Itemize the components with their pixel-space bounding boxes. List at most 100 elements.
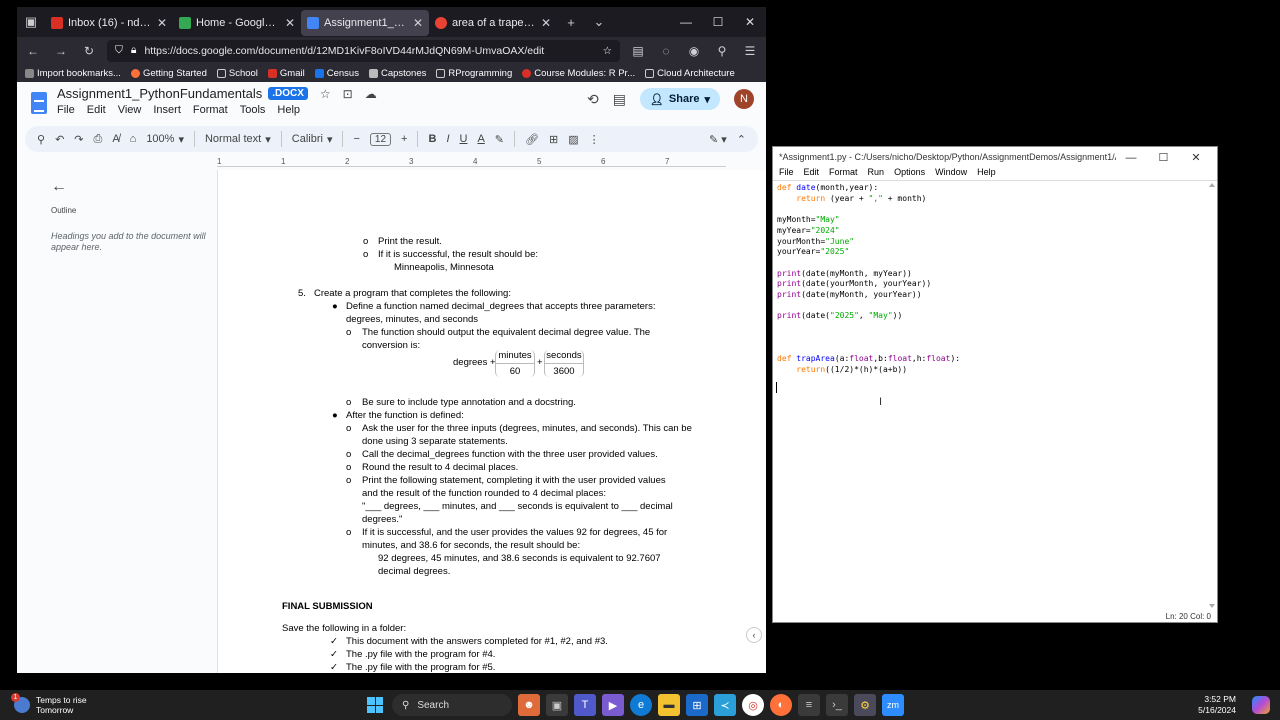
media-icon[interactable]: ▶ (602, 694, 624, 716)
account-icon[interactable]: ◉ (684, 44, 704, 58)
menu-insert[interactable]: Insert (153, 104, 181, 116)
chrome-icon[interactable]: ◎ (742, 694, 764, 716)
idle-menu-help[interactable]: Help (977, 167, 996, 180)
maximize-icon[interactable]: ☐ (702, 15, 734, 29)
tab-list-icon[interactable]: ⌄ (585, 7, 613, 37)
bookmark-census[interactable]: Census (314, 68, 359, 79)
bookmark-gmail[interactable]: Gmail (267, 68, 305, 79)
bookmark-cloud-architecture[interactable]: Cloud Architecture (645, 68, 735, 79)
docs-logo-icon[interactable] (31, 92, 47, 114)
document-page[interactable]: o Print the result. o If it is successfu… (218, 170, 766, 673)
tab-overview-icon[interactable]: ▣ (17, 7, 45, 37)
idle-menu-format[interactable]: Format (829, 167, 858, 180)
teams-icon[interactable]: T (574, 694, 596, 716)
star-icon[interactable]: ☆ (320, 87, 331, 101)
store-icon[interactable]: ⊞ (686, 694, 708, 716)
underline-icon[interactable]: U (460, 133, 468, 145)
more-icon[interactable]: ⋮ (589, 133, 600, 146)
search-icon[interactable]: ⚲ (37, 133, 45, 146)
print-icon[interactable]: ⎙ (94, 133, 103, 146)
python-idle-icon[interactable]: ⚙ (854, 694, 876, 716)
forward-icon[interactable]: → (51, 44, 71, 58)
code-editor[interactable]: def date(month,year): return (year + ","… (777, 183, 1205, 608)
cloud-status-icon[interactable]: ☁ (365, 87, 377, 101)
share-button[interactable]: 👤︎ Share ▾ (639, 88, 720, 110)
tab-drive[interactable]: Home - Google Drive ✕ (173, 10, 301, 36)
terminal-icon[interactable]: ›_ (826, 694, 848, 716)
bookmark-import[interactable]: Import bookmarks... (25, 68, 121, 79)
minimize-icon[interactable]: — (1116, 152, 1146, 164)
increase-font-icon[interactable]: + (401, 133, 407, 145)
notepad-icon[interactable]: ≡ (798, 694, 820, 716)
font-size-input[interactable]: 12 (369, 132, 392, 146)
tab-search[interactable]: area of a trapezoid - Goo ✕ (429, 10, 557, 36)
comments-icon[interactable]: ▤ (613, 91, 626, 108)
maximize-icon[interactable]: ☐ (1148, 151, 1178, 164)
highlight-icon[interactable]: ✎ (495, 133, 504, 146)
reload-icon[interactable]: ↻ (79, 44, 99, 58)
paint-format-icon[interactable]: ⌂ (130, 133, 137, 145)
chevron-down-icon[interactable]: ▾ (704, 93, 710, 106)
file-explorer-icon[interactable]: ▬ (658, 694, 680, 716)
back-arrow-icon[interactable]: ← (51, 178, 199, 196)
vscode-icon[interactable]: ≺ (714, 694, 736, 716)
editing-mode-icon[interactable]: ✎ ▾ (709, 133, 727, 146)
style-select[interactable]: Normal text ▾ (205, 133, 271, 146)
weather-widget[interactable]: Temps to rise Tomorrow (0, 693, 300, 715)
decrease-font-icon[interactable]: − (353, 133, 359, 145)
move-folder-icon[interactable]: ⊡ (343, 87, 353, 101)
menu-tools[interactable]: Tools (240, 104, 266, 116)
document-title[interactable]: Assignment1_PythonFundamentals (57, 86, 262, 101)
zoom-select[interactable]: 100% ▾ (146, 133, 184, 146)
bookmark-star-icon[interactable]: ☆ (603, 45, 612, 57)
widgets-icon[interactable]: ☻ (518, 694, 540, 716)
close-icon[interactable]: ✕ (413, 16, 423, 30)
bookmark-school[interactable]: School (216, 68, 258, 79)
menu-icon[interactable]: ☰ (740, 44, 760, 58)
version-history-icon[interactable]: ⟲ (587, 91, 599, 108)
copilot-icon[interactable] (1252, 696, 1270, 714)
menu-help[interactable]: Help (277, 104, 300, 116)
taskbar-search[interactable]: ⚲ Search (392, 694, 512, 716)
pocket-icon[interactable]: ◌ (656, 44, 676, 58)
vertical-scrollbar[interactable] (1209, 183, 1215, 608)
idle-menu-window[interactable]: Window (935, 167, 967, 180)
extensions-icon[interactable]: ⚲ (712, 44, 732, 58)
font-select[interactable]: Calibri ▾ (292, 133, 333, 146)
link-icon[interactable]: 🔗︎ (525, 133, 539, 146)
edge-icon[interactable]: e (630, 694, 652, 716)
start-button[interactable] (364, 694, 386, 716)
address-bar[interactable]: ⛉ 🔒︎ https://docs.google.com/document/d/… (107, 39, 620, 62)
close-window-icon[interactable]: ✕ (734, 15, 766, 29)
avatar[interactable]: N (734, 89, 754, 109)
text-color-icon[interactable]: A (477, 133, 484, 145)
close-icon[interactable]: ✕ (285, 16, 295, 30)
italic-icon[interactable]: I (446, 133, 449, 145)
idle-menu-file[interactable]: File (779, 167, 794, 180)
bookmark-rprogramming[interactable]: RProgramming (436, 68, 512, 79)
minimize-icon[interactable]: — (670, 15, 702, 29)
menu-file[interactable]: File (57, 104, 75, 116)
task-view-icon[interactable]: ▣ (546, 694, 568, 716)
bookmark-capstones[interactable]: Capstones (368, 68, 426, 79)
spellcheck-icon[interactable]: A̸ (112, 133, 119, 145)
new-tab-button[interactable]: + (557, 7, 585, 37)
close-icon[interactable]: ✕ (541, 16, 551, 30)
bold-icon[interactable]: B (428, 133, 436, 145)
firefox-icon[interactable]: ◐ (770, 694, 792, 716)
system-clock[interactable]: 3:52 PM 5/16/2024 (1198, 694, 1236, 716)
zoom-app-icon[interactable]: zm (882, 694, 904, 716)
idle-menu-options[interactable]: Options (894, 167, 925, 180)
close-window-icon[interactable]: ✕ (1181, 151, 1211, 164)
close-icon[interactable]: ✕ (157, 16, 167, 30)
tab-docs[interactable]: Assignment1_PythonFun ✕ (301, 10, 429, 36)
add-comment-icon[interactable]: ⊞ (549, 133, 558, 146)
tab-gmail[interactable]: Inbox (16) - ndimick@sm ✕ (45, 10, 173, 36)
back-icon[interactable]: ← (23, 44, 43, 58)
bookmark-course-modules[interactable]: Course Modules: R Pr... (522, 68, 635, 79)
menu-edit[interactable]: Edit (87, 104, 106, 116)
redo-icon[interactable]: ↷ (74, 133, 83, 146)
menu-view[interactable]: View (118, 104, 142, 116)
menu-format[interactable]: Format (193, 104, 228, 116)
insert-image-icon[interactable]: ▨ (568, 133, 578, 146)
